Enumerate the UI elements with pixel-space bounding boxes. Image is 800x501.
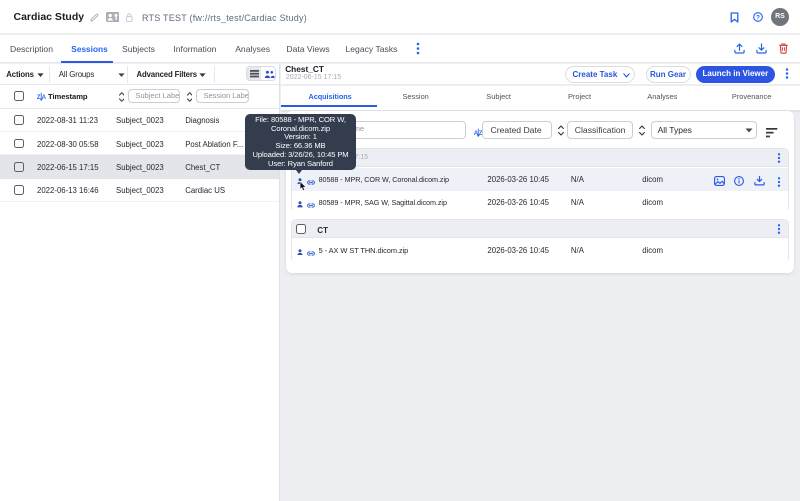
svg-text:?: ? — [756, 14, 760, 21]
svg-text:Z: Z — [37, 94, 41, 101]
svg-text:A: A — [41, 94, 45, 101]
